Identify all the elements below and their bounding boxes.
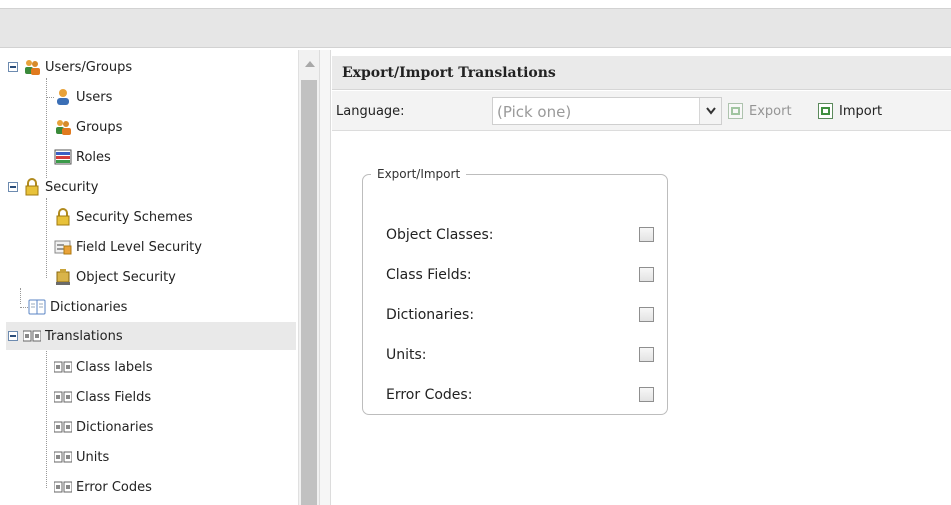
translations-icon xyxy=(53,358,73,376)
object-security-icon xyxy=(54,268,72,286)
tree-connector xyxy=(20,307,28,308)
excel-icon xyxy=(728,103,743,119)
export-button[interactable]: Export xyxy=(728,97,792,125)
dictionaries-checkbox[interactable] xyxy=(639,307,654,322)
error-codes-checkbox[interactable] xyxy=(639,387,654,402)
option-label: Object Classes: xyxy=(386,227,494,243)
tree-connector xyxy=(46,348,47,488)
language-select[interactable]: (Pick one) xyxy=(492,97,722,125)
scrollbar-thumb[interactable] xyxy=(301,80,317,505)
tree-label: Field Level Security xyxy=(76,239,202,255)
tree-node-dictionaries[interactable]: Dictionaries xyxy=(20,294,128,320)
top-bar xyxy=(0,8,951,48)
tree-label: Class labels xyxy=(76,359,153,375)
fieldset-legend: Export/Import xyxy=(377,167,461,181)
class-fields-checkbox[interactable] xyxy=(639,267,654,282)
tree-node-translation-dictionaries[interactable]: Dictionaries xyxy=(53,414,154,440)
excel-icon xyxy=(818,103,833,119)
tree-connector xyxy=(46,97,54,98)
export-label: Export xyxy=(749,103,792,119)
tree-node-users-groups[interactable]: Users/Groups xyxy=(8,54,132,80)
user-icon xyxy=(54,88,72,106)
import-label: Import xyxy=(839,103,883,119)
units-checkbox[interactable] xyxy=(639,347,654,362)
chevron-down-icon[interactable] xyxy=(699,98,721,124)
scroll-up-arrow-icon[interactable] xyxy=(305,61,315,67)
tree-node-object-security[interactable]: Object Security xyxy=(54,264,176,290)
tree-connector xyxy=(46,78,47,178)
tree-connector xyxy=(20,288,21,304)
tree-node-units[interactable]: Units xyxy=(53,444,110,470)
tree-node-class-labels[interactable]: Class labels xyxy=(53,354,153,380)
tree-label: Error Codes xyxy=(76,479,152,495)
translations-icon xyxy=(53,418,73,436)
tree-label: Security xyxy=(45,179,99,195)
tree-node-class-fields[interactable]: Class Fields xyxy=(53,384,152,410)
tree-node-security-schemes[interactable]: Security Schemes xyxy=(54,204,193,230)
book-icon xyxy=(28,298,46,316)
roles-icon xyxy=(54,148,72,166)
tree-node-translations[interactable]: Translations xyxy=(6,322,296,350)
tree-label: Users/Groups xyxy=(45,59,133,75)
option-row-class-fields: Class Fields: xyxy=(386,265,654,287)
language-placeholder: (Pick one) xyxy=(497,103,572,121)
groups-icon xyxy=(54,118,72,136)
tree-label: Translations xyxy=(45,328,123,344)
tree-label: Users xyxy=(76,89,113,105)
tree-node-field-level-security[interactable]: Field Level Security xyxy=(54,234,202,260)
translations-icon xyxy=(53,448,73,466)
tree-node-security[interactable]: Security xyxy=(8,174,98,200)
tree-connector xyxy=(46,198,47,278)
collapse-toggle-icon[interactable] xyxy=(8,62,18,72)
lock-icon xyxy=(23,178,41,196)
tree-node-users[interactable]: Users xyxy=(46,84,113,110)
collapse-toggle-icon[interactable] xyxy=(8,182,18,192)
translations-icon xyxy=(22,327,42,345)
option-row-units: Units: xyxy=(386,345,654,367)
language-label: Language: xyxy=(336,104,405,119)
tree-label: Class Fields xyxy=(76,389,152,405)
option-label: Error Codes: xyxy=(386,387,473,403)
panel-splitter[interactable] xyxy=(319,50,331,505)
tree-label: Dictionaries xyxy=(76,419,154,435)
tree-label: Groups xyxy=(76,119,123,135)
tree-label: Units xyxy=(76,449,110,465)
tree-label: Security Schemes xyxy=(76,209,193,225)
option-row-dictionaries: Dictionaries: xyxy=(386,305,654,327)
option-label: Units: xyxy=(386,347,427,363)
field-security-icon xyxy=(54,238,72,256)
users-groups-icon xyxy=(23,58,41,76)
navigation-tree: Users/Groups Users Groups Roles Security… xyxy=(6,50,296,505)
tree-node-groups[interactable]: Groups xyxy=(54,114,122,140)
import-button[interactable]: Import xyxy=(818,97,882,125)
option-row-error-codes: Error Codes: xyxy=(386,385,654,407)
tree-label: Dictionaries xyxy=(50,299,128,315)
export-import-fieldset: Export/Import Object Classes: Class Fiel… xyxy=(362,167,668,415)
toolbar: Language: (Pick one) Export Import xyxy=(332,91,951,131)
tree-label: Roles xyxy=(76,149,111,165)
option-row-object-classes: Object Classes: xyxy=(386,225,654,247)
option-label: Dictionaries: xyxy=(386,307,475,323)
object-classes-checkbox[interactable] xyxy=(639,227,654,242)
tree-node-roles[interactable]: Roles xyxy=(54,144,111,170)
collapse-toggle-icon[interactable] xyxy=(8,331,18,341)
translations-icon xyxy=(53,388,73,406)
lock-icon xyxy=(54,208,72,226)
tree-label: Object Security xyxy=(76,269,176,285)
panel-title: Export/Import Translations xyxy=(342,65,556,81)
option-label: Class Fields: xyxy=(386,267,472,283)
panel-header: Export/Import Translations xyxy=(332,56,951,90)
tree-node-error-codes[interactable]: Error Codes xyxy=(53,474,152,500)
translations-icon xyxy=(53,478,73,496)
tree-scrollbar[interactable] xyxy=(298,50,319,505)
